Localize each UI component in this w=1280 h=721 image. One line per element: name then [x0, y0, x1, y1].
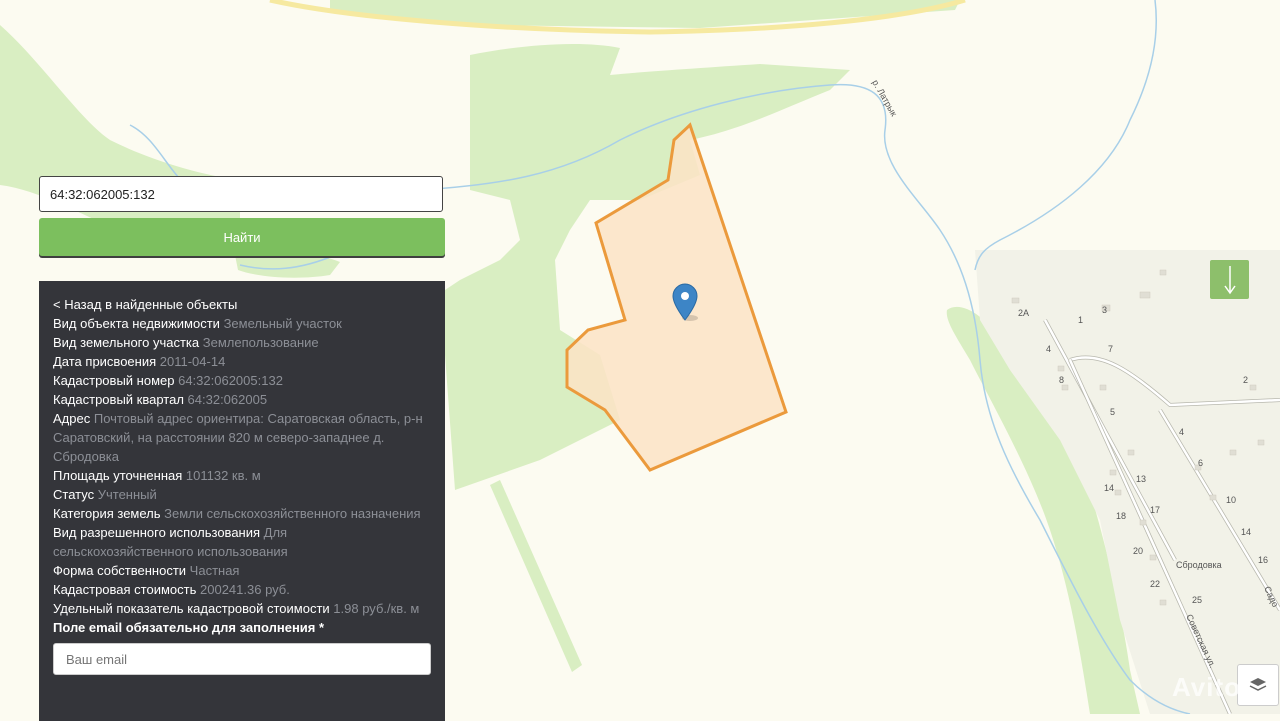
field-label: Форма собственности: [53, 563, 187, 578]
field-label: Кадастровая стоимость: [53, 582, 197, 597]
layers-icon: [1249, 678, 1267, 691]
field-label: Адрес: [53, 411, 91, 426]
house-number: 10: [1226, 495, 1236, 505]
house-number: 8: [1059, 375, 1064, 385]
field-label: Дата присвоения: [53, 354, 157, 369]
field-label: Вид разрешенного использования: [53, 525, 261, 540]
field-row: Кадастровая стоимость 200241.36 руб.: [53, 580, 431, 599]
field-value: 1.98 руб./кв. м: [333, 601, 420, 616]
field-row: Адрес Почтовый адрес ориентира: Саратовс…: [53, 409, 431, 466]
field-value: Земельный участок: [223, 316, 342, 331]
house-number: 13: [1136, 474, 1146, 484]
field-row: Вид земельного участка Землепользование: [53, 333, 431, 352]
house-number: 18: [1116, 511, 1126, 521]
house-number: 5: [1110, 407, 1115, 417]
field-row: Удельный показатель кадастровой стоимост…: [53, 599, 431, 618]
field-value: Учтенный: [97, 487, 157, 502]
house-number: 14: [1241, 527, 1251, 537]
field-label: Кадастровый номер: [53, 373, 175, 388]
field-label: Вид объекта недвижимости: [53, 316, 220, 331]
house-number: 2: [1243, 375, 1248, 385]
field-row: Площадь уточненная 101132 кв. м: [53, 466, 431, 485]
email-required-label: Поле email обязательно для заполнения *: [53, 620, 325, 635]
house-number: 4: [1179, 427, 1184, 437]
arrow-down-button[interactable]: [1210, 260, 1249, 299]
field-value: 64:32:062005:132: [178, 373, 283, 388]
house-number: 22: [1150, 579, 1160, 589]
house-number: 3: [1102, 305, 1107, 315]
field-label: Статус: [53, 487, 95, 502]
field-value: Землепользование: [202, 335, 319, 350]
back-to-results-link[interactable]: < Назад в найденные объекты: [53, 295, 431, 314]
field-list: Вид объекта недвижимости Земельный участ…: [53, 314, 431, 618]
field-row: Дата присвоения 2011-04-14: [53, 352, 431, 371]
house-number: 2А: [1018, 308, 1029, 318]
house-number: 14: [1104, 483, 1114, 493]
result-panel: < Назад в найденные объекты Вид объекта …: [39, 281, 445, 721]
field-row: Категория земель Земли сельскохозяйствен…: [53, 504, 431, 523]
field-row: Статус Учтенный: [53, 485, 431, 504]
field-row: Вид разрешенного использования Для сельс…: [53, 523, 431, 561]
house-number: 4: [1046, 344, 1051, 354]
field-value: 200241.36 руб.: [200, 582, 290, 597]
field-row: Кадастровый квартал 64:32:062005: [53, 390, 431, 409]
field-label: Удельный показатель кадастровой стоимост…: [53, 601, 330, 616]
field-value: Почтовый адрес ориентира: Саратовская об…: [53, 411, 423, 464]
field-label: Кадастровый квартал: [53, 392, 184, 407]
layers-button[interactable]: [1237, 664, 1279, 706]
field-row: Кадастровый номер 64:32:062005:132: [53, 371, 431, 390]
field-value: 64:32:062005: [187, 392, 268, 407]
field-value: 101132 кв. м: [185, 468, 261, 483]
house-number: 7: [1108, 344, 1113, 354]
village-label: Сбродовка: [1176, 560, 1222, 570]
field-row: Вид объекта недвижимости Земельный участ…: [53, 314, 431, 333]
field-value: 2011-04-14: [159, 354, 226, 369]
arrow-down-icon: [1223, 265, 1236, 294]
house-number: 16: [1258, 555, 1268, 565]
house-number: 25: [1192, 595, 1202, 605]
field-label: Площадь уточненная: [53, 468, 183, 483]
house-number: 17: [1150, 505, 1160, 515]
field-label: Категория земель: [53, 506, 161, 521]
field-label: Вид земельного участка: [53, 335, 200, 350]
house-number: 6: [1198, 458, 1203, 468]
find-button[interactable]: Найти: [39, 218, 445, 256]
field-row: Форма собственности Частная: [53, 561, 431, 580]
cadastral-search-input[interactable]: [39, 176, 443, 212]
avito-watermark: Avito: [1172, 672, 1242, 702]
field-value: Частная: [189, 563, 240, 578]
email-input[interactable]: [53, 643, 431, 675]
house-number: 1: [1078, 315, 1083, 325]
field-value: Земли сельскохозяйственного назначения: [164, 506, 421, 521]
house-number: 20: [1133, 546, 1143, 556]
